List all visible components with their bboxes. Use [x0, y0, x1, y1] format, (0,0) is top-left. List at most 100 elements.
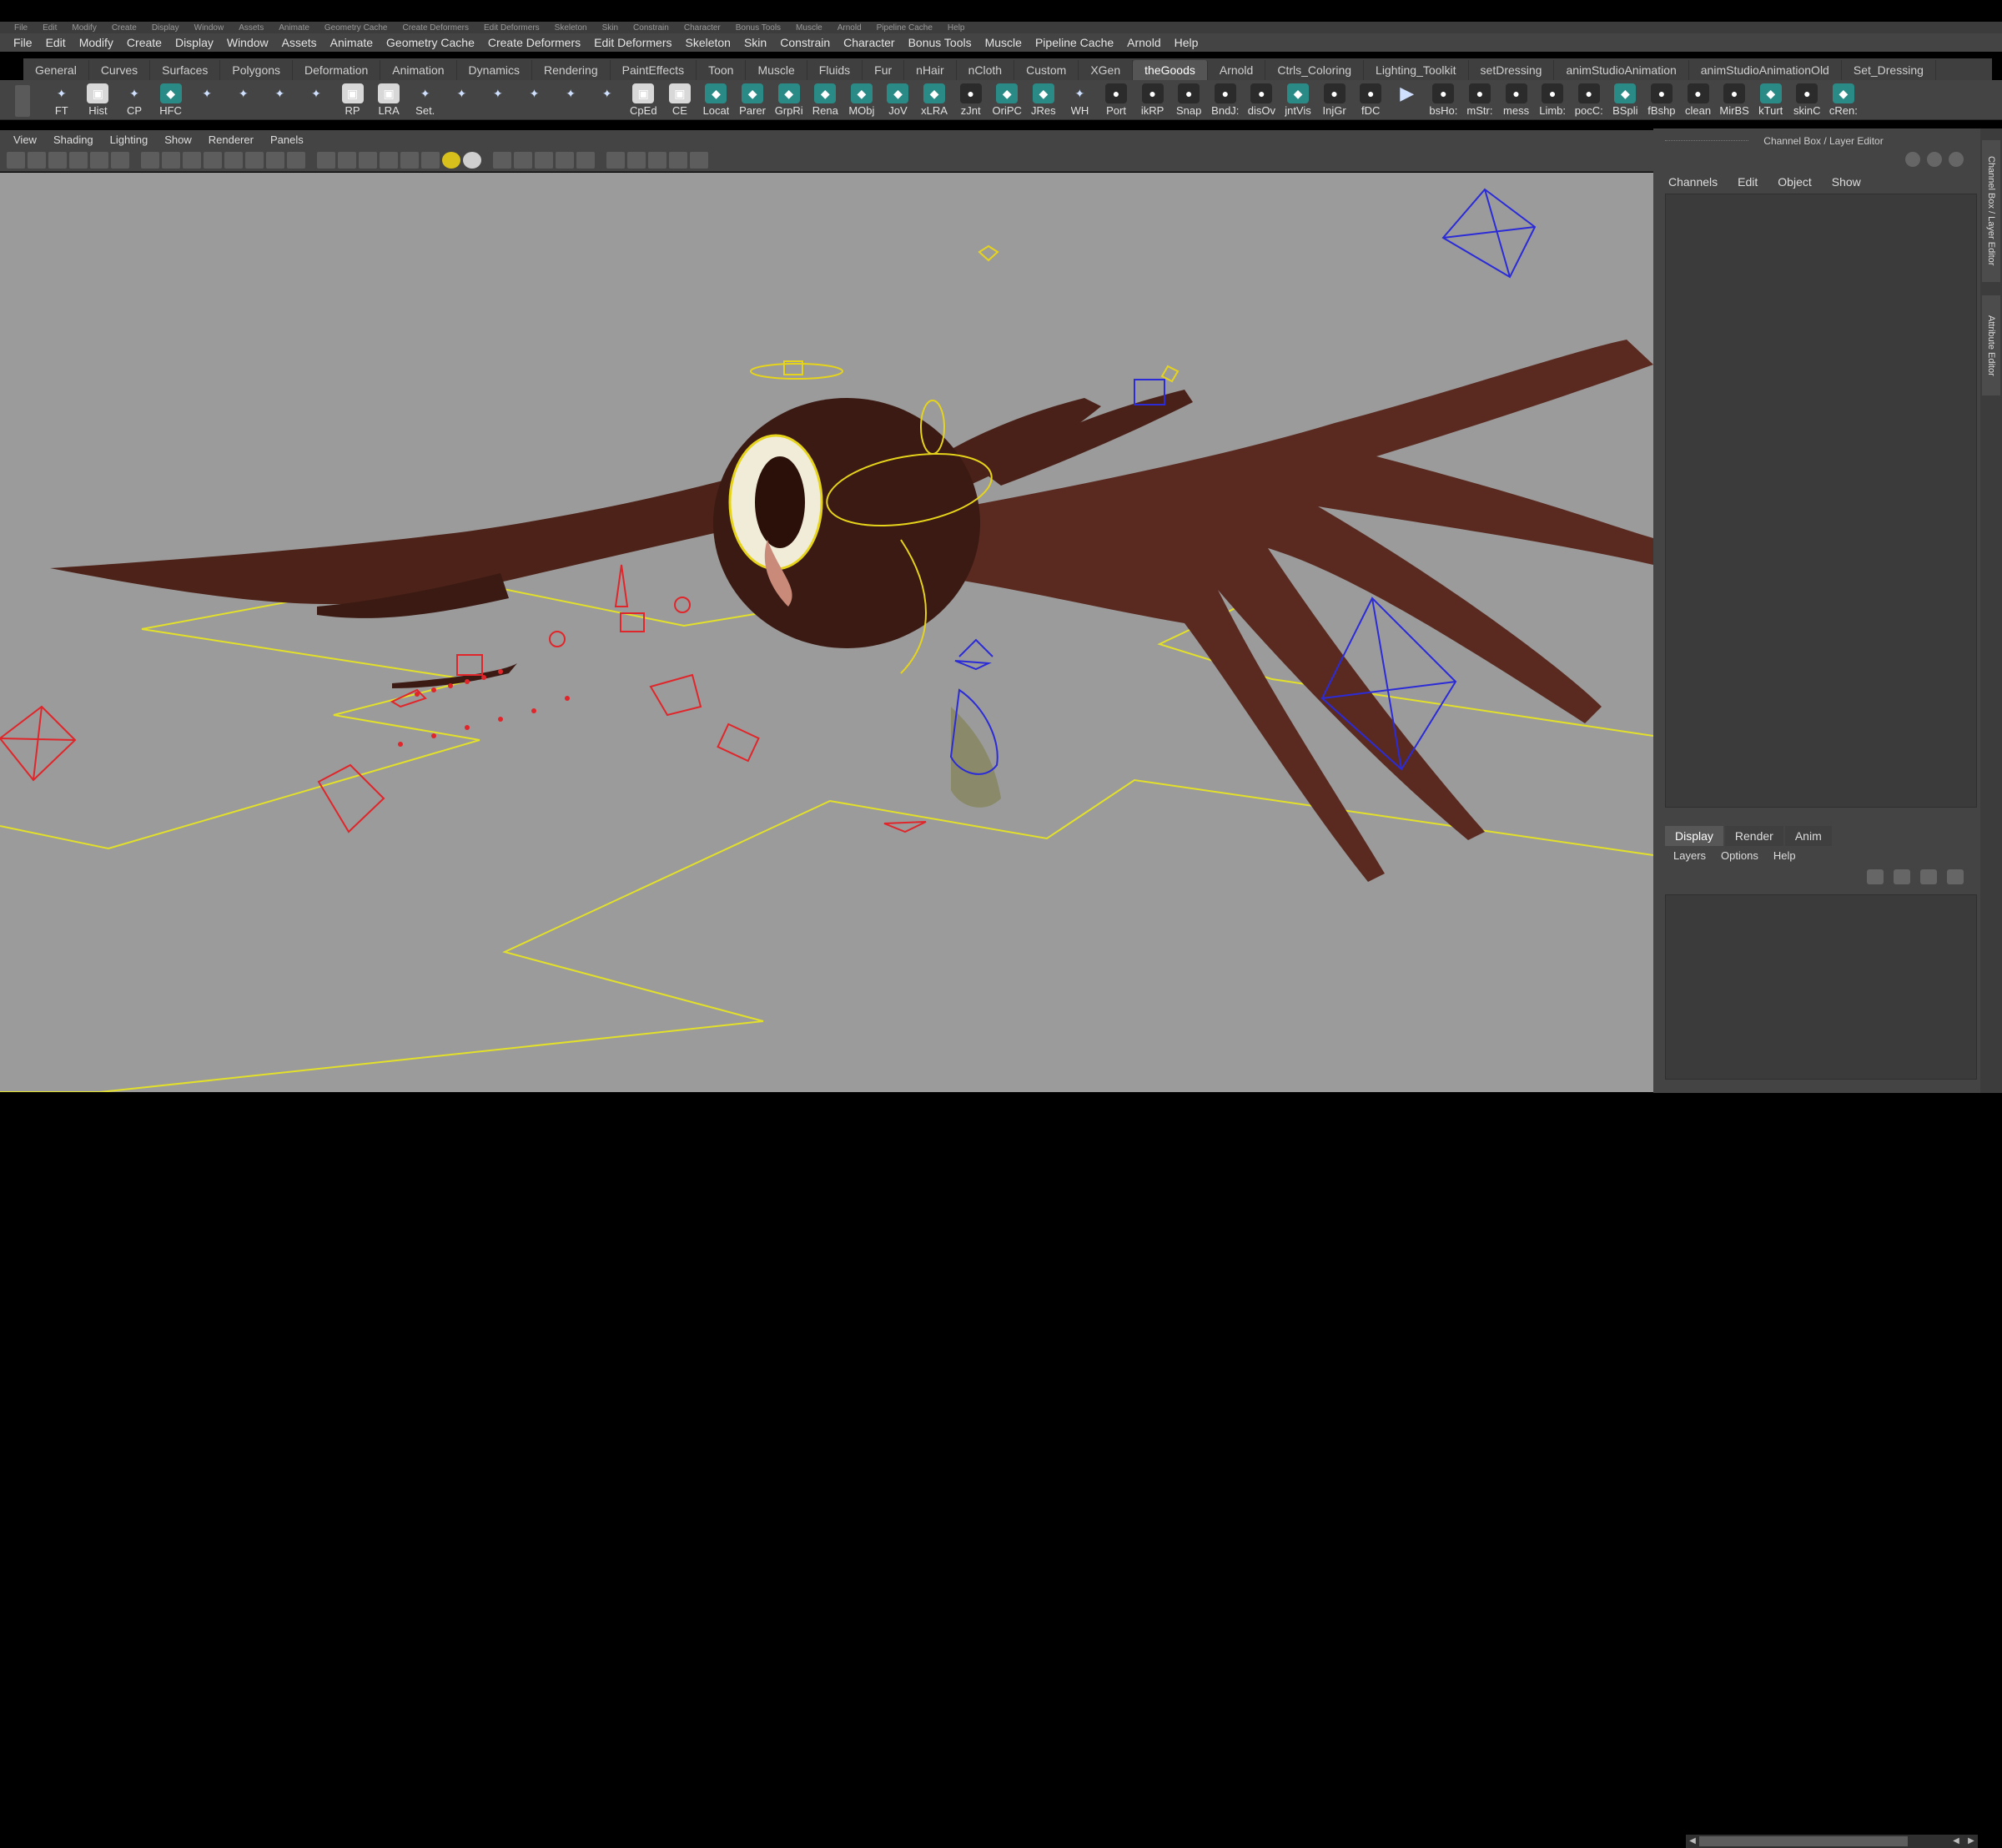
viewport-tool-icon[interactable] — [690, 151, 708, 169]
viewport-tool-icon[interactable] — [141, 151, 159, 169]
shelf-tab-set-dressing[interactable]: Set_Dressing — [1842, 60, 1936, 80]
shelf-tab-painteffects[interactable]: PaintEffects — [611, 60, 697, 80]
viewport-tool-icon[interactable] — [7, 151, 25, 169]
shelf-button-jres[interactable]: ◆ JRes — [1025, 82, 1062, 118]
shelf-button-mobj[interactable]: ◆ MObj — [843, 82, 880, 118]
viewport-tool-icon[interactable] — [245, 151, 264, 169]
shelf-tab-arnold[interactable]: Arnold — [1208, 60, 1266, 80]
layer-move-up-icon[interactable] — [1920, 869, 1937, 884]
shelf-tab-ncloth[interactable]: nCloth — [957, 60, 1015, 80]
shelf-button-tool-15[interactable]: ✦ — [589, 82, 626, 118]
viewport-tool-icon[interactable] — [463, 151, 481, 169]
channel-box-icon-1[interactable] — [1905, 152, 1920, 167]
viewport-tool-icon[interactable] — [669, 151, 687, 169]
shelf-button-ce[interactable]: ▣ CE — [661, 82, 698, 118]
shelf-button-lra[interactable]: ▣ LRA — [370, 82, 407, 118]
channel-box-menu-edit[interactable]: Edit — [1738, 175, 1758, 189]
viewport-tool-icon[interactable] — [380, 151, 398, 169]
shelf-button-mstr[interactable]: ● mStr: — [1461, 82, 1498, 118]
viewport-tool-icon[interactable] — [162, 151, 180, 169]
channel-box-area[interactable] — [1665, 194, 1977, 808]
shelf-tab-thegoods[interactable]: theGoods — [1133, 60, 1208, 80]
menu-pipeline-cache[interactable]: Pipeline Cache — [1029, 36, 1120, 49]
side-tab-channel-box-layer-editor[interactable]: Channel Box / Layer Editor — [1982, 140, 2000, 282]
viewport-tool-icon[interactable] — [648, 151, 666, 169]
shelf-tab-custom[interactable]: Custom — [1014, 60, 1079, 80]
shelf-button-wh[interactable]: ✦ WH — [1062, 82, 1099, 118]
shelf-button-tool-13[interactable]: ✦ — [516, 82, 553, 118]
shelf-tab-curves[interactable]: Curves — [89, 60, 151, 80]
shelf-button-tool-4[interactable]: ✦ — [189, 82, 225, 118]
shelf-button-tool-12[interactable]: ✦ — [480, 82, 516, 118]
shelf-button-tool-11[interactable]: ✦ — [444, 82, 480, 118]
shelf-button-grpri[interactable]: ◆ GrpRi — [771, 82, 807, 118]
viewport-menu-lighting[interactable]: Lighting — [102, 133, 157, 146]
menu-create[interactable]: Create — [120, 36, 169, 49]
menu-muscle[interactable]: Muscle — [978, 36, 1029, 49]
shelf-handle[interactable] — [15, 85, 30, 117]
layer-tab-anim[interactable]: Anim — [1784, 826, 1832, 846]
viewport-tool-icon[interactable] — [224, 151, 243, 169]
menu-bonus-tools[interactable]: Bonus Tools — [902, 36, 978, 49]
layer-menu-options[interactable]: Options — [1721, 849, 1758, 862]
layer-editor-hscrollbar[interactable]: ◀ ◀ ▶ — [1686, 1835, 1978, 1848]
viewport-tool-icon[interactable] — [576, 151, 595, 169]
viewport-tool-icon[interactable] — [111, 151, 129, 169]
shelf-tab-ctrls-coloring[interactable]: Ctrls_Coloring — [1265, 60, 1365, 80]
layer-tab-display[interactable]: Display — [1665, 826, 1723, 846]
layer-editor-area[interactable]: ◀ ◀ ▶ — [1665, 894, 1978, 1848]
viewport-tool-icon[interactable] — [69, 151, 88, 169]
menu-character[interactable]: Character — [837, 36, 901, 49]
menu-assets[interactable]: Assets — [275, 36, 324, 49]
shelf-button-fbshp[interactable]: ● fBshp — [1643, 82, 1680, 118]
channel-box-menu-object[interactable]: Object — [1778, 175, 1811, 189]
shelf-button-jntvis[interactable]: ◆ jntVis — [1280, 82, 1316, 118]
new-layer-selected-icon[interactable] — [1894, 869, 1910, 884]
viewport-menu-renderer[interactable]: Renderer — [200, 133, 262, 146]
shelf-button-locat[interactable]: ◆ Locat — [698, 82, 735, 118]
shelf-button-snap[interactable]: ● Snap — [1170, 82, 1207, 118]
menu-edit-deformers[interactable]: Edit Deformers — [587, 36, 678, 49]
viewport-tool-icon[interactable] — [556, 151, 574, 169]
shelf-tab-fluids[interactable]: Fluids — [807, 60, 863, 80]
viewport-tool-icon[interactable] — [204, 151, 222, 169]
channel-box-menu-show[interactable]: Show — [1832, 175, 1861, 189]
menu-window[interactable]: Window — [220, 36, 275, 49]
shelf-button-hist[interactable]: ▣ Hist — [80, 82, 117, 118]
scroll-left-alt-icon[interactable]: ◀ — [1951, 1836, 1961, 1846]
shelf-tab-muscle[interactable]: Muscle — [746, 60, 807, 80]
shelf-button-hfc[interactable]: ◆ HFC — [153, 82, 189, 118]
shelf-button-rena[interactable]: ◆ Rena — [807, 82, 843, 118]
shelf-tab-fur[interactable]: Fur — [863, 60, 905, 80]
shelf-button-xlra[interactable]: ◆ xLRA — [916, 82, 953, 118]
shelf-button-cped[interactable]: ▣ CpEd — [626, 82, 662, 118]
channel-box-icon-3[interactable] — [1949, 152, 1964, 167]
shelf-button-bsho[interactable]: ● bsHo: — [1426, 82, 1462, 118]
viewport-tool-icon[interactable] — [535, 151, 553, 169]
menu-help[interactable]: Help — [1168, 36, 1205, 49]
viewport-tool-icon[interactable] — [90, 151, 108, 169]
viewport-tool-icon[interactable] — [421, 151, 440, 169]
shelf-button-tool-6[interactable]: ✦ — [262, 82, 299, 118]
shelf-button-cren[interactable]: ◆ cRen: — [1825, 82, 1862, 118]
side-tab-attribute-editor[interactable]: Attribute Editor — [1982, 295, 2000, 395]
shelf-button-bndj[interactable]: ● BndJ: — [1207, 82, 1244, 118]
viewport-tool-icon[interactable] — [514, 151, 532, 169]
shelf-tab-surfaces[interactable]: Surfaces — [150, 60, 221, 80]
shelf-tab-xgen[interactable]: XGen — [1079, 60, 1134, 80]
shelf-button-skinc[interactable]: ● skinC — [1789, 82, 1826, 118]
shelf-tab-polygons[interactable]: Polygons — [220, 60, 294, 80]
viewport-tool-icon[interactable] — [183, 151, 201, 169]
shelf-tab-toon[interactable]: Toon — [697, 60, 747, 80]
shelf-button-tool-5[interactable]: ✦ — [225, 82, 262, 118]
shelf-tab-nhair[interactable]: nHair — [904, 60, 957, 80]
menu-file[interactable]: File — [7, 36, 39, 49]
shelf-button-pocc[interactable]: ● pocC: — [1571, 82, 1607, 118]
shelf-button-oripc[interactable]: ◆ OriPC — [988, 82, 1025, 118]
shelf-button-tool-7[interactable]: ✦ — [298, 82, 335, 118]
shelf-tab-deformation[interactable]: Deformation — [293, 60, 381, 80]
channel-box-icon-2[interactable] — [1927, 152, 1942, 167]
viewport-tool-icon[interactable] — [317, 151, 335, 169]
shelf-button-ft[interactable]: ✦ FT — [43, 82, 80, 118]
viewport-tool-icon[interactable] — [287, 151, 305, 169]
